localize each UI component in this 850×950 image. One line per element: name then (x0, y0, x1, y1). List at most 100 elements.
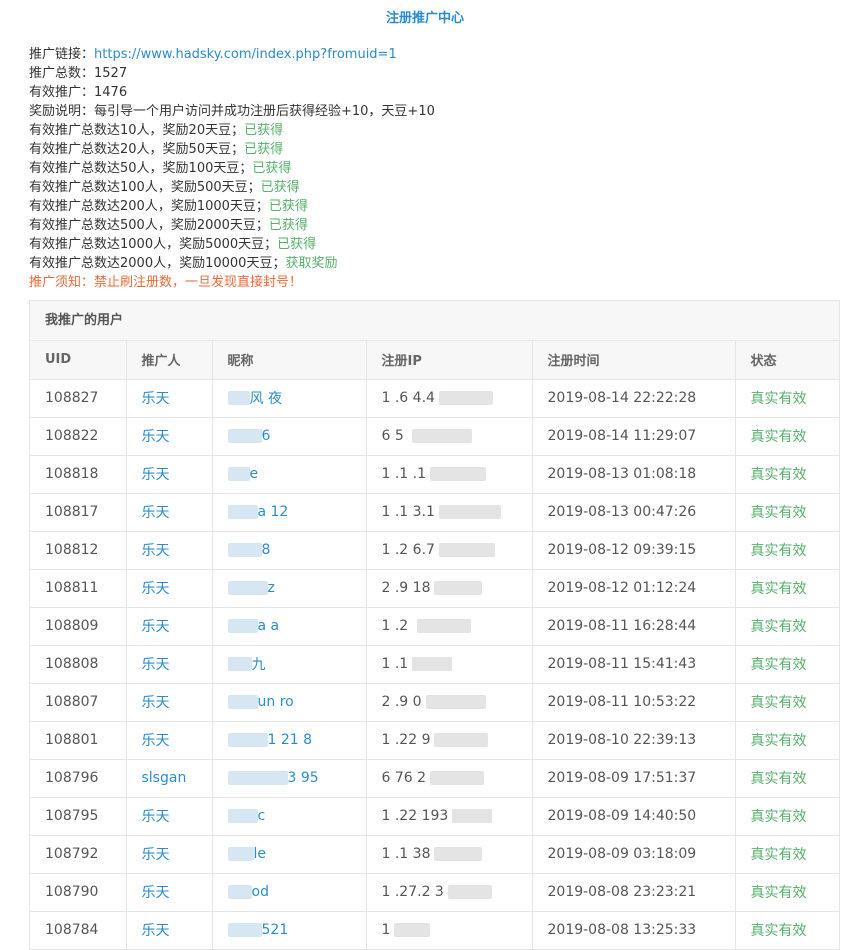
register-ip-text: 1 .1 3.1 (381, 504, 435, 520)
cell-register-ip: 1 .1 3.1 (366, 493, 533, 532)
redacted-ip-mask (430, 467, 487, 481)
cell-register-time: 2019-08-09 14:40:50 (532, 797, 736, 836)
cell-promoter[interactable]: 乐天 (126, 607, 213, 646)
register-ip-text: 1 .2 (381, 618, 413, 634)
register-ip-text: 1 .22 9 (381, 732, 431, 748)
cell-uid: 108809 (30, 607, 127, 646)
cell-promoter[interactable]: 乐天 (126, 417, 213, 456)
table-row: 108792 乐天 le 1 .1 38 2019-08-09 03:18:09 真实有效 (30, 835, 839, 874)
promotion-notice: 推广须知：禁止刷注册数，一旦发现直接封号！ (29, 275, 303, 290)
header-register-time: 注册时间 (532, 341, 736, 380)
valid-promotion-label: 有效推广： (29, 85, 95, 100)
cell-nickname[interactable]: 8 (212, 531, 367, 570)
cell-promoter[interactable]: 乐天 (126, 835, 213, 874)
table-row: 108795 乐天 c 1 .22 193 2019-08-09 14:40:50 真实有… (30, 797, 839, 836)
cell-nickname[interactable]: z (212, 569, 367, 608)
cell-promoter[interactable]: 乐天 (126, 911, 213, 950)
cell-register-ip: 1 .22 193 (366, 797, 533, 836)
redacted-ip-mask (430, 771, 485, 785)
nickname-text: od (251, 884, 269, 900)
nickname-text: 3 95 (287, 770, 319, 786)
cell-promoter[interactable]: 乐天 (126, 455, 213, 494)
cell-promoter[interactable]: 乐天 (126, 873, 213, 912)
cell-promoter[interactable]: slsgan (126, 759, 213, 798)
redacted-ip-mask (447, 885, 492, 899)
cell-nickname[interactable]: c (212, 797, 367, 836)
cell-register-ip: 1 .1 38 (366, 835, 533, 874)
cell-nickname[interactable]: od (212, 873, 367, 912)
cell-promoter[interactable]: 乐天 (126, 721, 213, 760)
cell-promoter[interactable]: 乐天 (126, 683, 213, 722)
redacted-nickname-mask (227, 619, 258, 633)
milestone-text: 有效推广总数达1000人，奖励5000天豆； (29, 237, 278, 252)
redacted-nickname-mask (227, 733, 268, 747)
redacted-ip-mask (438, 391, 493, 405)
cell-register-time: 2019-08-14 11:29:07 (532, 417, 736, 456)
nickname-text: a 12 (257, 504, 289, 520)
redacted-ip-mask (434, 733, 489, 747)
cell-register-ip: 1 .6 4.4 (366, 379, 533, 418)
claim-reward-link[interactable]: 获取奖励 (285, 256, 337, 271)
promotion-link[interactable]: https://www.hadsky.com/index.php?fromuid… (94, 47, 397, 62)
milestone-item: 有效推广总数达1000人，奖励5000天豆；已获得 (29, 235, 850, 254)
milestone-status: 已获得 (244, 142, 284, 157)
cell-promoter[interactable]: 乐天 (126, 645, 213, 684)
cell-nickname[interactable]: 6 (212, 417, 367, 456)
cell-nickname[interactable]: 九 (212, 645, 367, 684)
cell-promoter[interactable]: 乐天 (126, 569, 213, 608)
milestone-status: 已获得 (268, 218, 308, 233)
cell-nickname[interactable]: 521 (212, 911, 367, 950)
redacted-nickname-mask (227, 809, 258, 823)
cell-register-time: 2019-08-11 16:28:44 (532, 607, 736, 646)
cell-nickname[interactable]: 1 21 8 (212, 721, 367, 760)
register-ip-text: 6 5 (381, 428, 409, 444)
cell-register-time: 2019-08-08 13:25:33 (532, 911, 736, 950)
milestone-item: 有效推广总数达200人，奖励1000天豆；已获得 (29, 197, 850, 216)
cell-uid: 108817 (30, 493, 127, 532)
cell-nickname[interactable]: un ro (212, 683, 367, 722)
cell-uid: 108807 (30, 683, 127, 722)
cell-register-time: 2019-08-08 23:23:21 (532, 873, 736, 912)
cell-uid: 108827 (30, 379, 127, 418)
cell-nickname[interactable]: e (212, 455, 367, 494)
cell-promoter[interactable]: 乐天 (126, 531, 213, 570)
table-row: 108822 乐天 6 6 5 2019-08-14 11:29:07 真实有效 (30, 417, 839, 456)
milestone-status: 已获得 (277, 237, 317, 252)
nickname-text: le (253, 846, 267, 862)
nickname-text: e (249, 466, 259, 482)
milestone-text: 有效推广总数达2000人，奖励10000天豆； (29, 256, 286, 271)
milestone-text: 有效推广总数达200人，奖励1000天豆； (29, 199, 269, 214)
cell-register-ip: 6 5 (366, 417, 533, 456)
table-header-row: UID 推广人 昵称 注册IP 注册时间 状态 (30, 341, 839, 380)
cell-nickname[interactable]: a 12 (212, 493, 367, 532)
redacted-nickname-mask (227, 391, 250, 405)
promotion-total-value: 1527 (94, 66, 128, 81)
promotion-info: 推广链接：https://www.hadsky.com/index.php?fr… (29, 45, 850, 292)
cell-promoter[interactable]: 乐天 (126, 379, 213, 418)
header-register-ip: 注册IP (366, 341, 533, 380)
register-ip-text: 1 .22 193 (381, 808, 449, 824)
cell-nickname[interactable]: a a (212, 607, 367, 646)
cell-status: 真实有效 (735, 569, 839, 608)
nickname-text: a a (257, 618, 280, 634)
table-row: 108796 slsgan 3 95 6 76 2 2019-08-09 17:51:3… (30, 759, 839, 798)
cell-uid: 108808 (30, 645, 127, 684)
panel-title: 我推广的用户 (30, 301, 839, 341)
cell-uid: 108818 (30, 455, 127, 494)
cell-promoter[interactable]: 乐天 (126, 797, 213, 836)
cell-register-time: 2019-08-11 15:41:43 (532, 645, 736, 684)
cell-nickname[interactable]: 3 95 (212, 759, 367, 798)
cell-promoter[interactable]: 乐天 (126, 493, 213, 532)
cell-status: 真实有效 (735, 455, 839, 494)
redacted-nickname-mask (227, 543, 262, 557)
table-row: 108809 乐天 a a 1 .2 2019-08-11 16:28:44 真实有效 (30, 607, 839, 646)
register-ip-text: 6 76 2 (381, 770, 427, 786)
cell-status: 真实有效 (735, 873, 839, 912)
header-promoter: 推广人 (126, 341, 213, 380)
cell-register-time: 2019-08-09 03:18:09 (532, 835, 736, 874)
cell-nickname[interactable]: 风 夜 (212, 379, 367, 418)
cell-register-ip: 1 .2 (366, 607, 533, 646)
cell-nickname[interactable]: le (212, 835, 367, 874)
redacted-nickname-mask (227, 771, 288, 785)
reward-description: 奖励说明：每引导一个用户访问并成功注册后获得经验+10，天豆+10 (29, 104, 435, 119)
